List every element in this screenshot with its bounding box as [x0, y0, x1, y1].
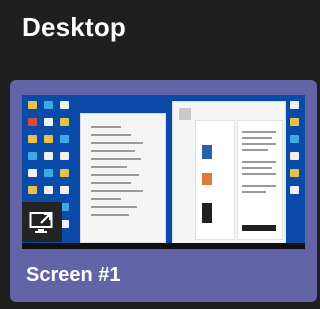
section-title: Desktop: [22, 12, 126, 42]
document-window: [172, 101, 286, 245]
screen-preview-thumbnail: [22, 95, 305, 249]
screen-label: Screen #1: [26, 264, 121, 286]
screen-share-card[interactable]: Screen #1: [10, 80, 317, 302]
spreadsheet-window: [80, 113, 166, 243]
share-screen-icon: [22, 202, 62, 242]
desktop-icons-col: [290, 101, 302, 203]
desktop-taskbar: [22, 243, 305, 249]
